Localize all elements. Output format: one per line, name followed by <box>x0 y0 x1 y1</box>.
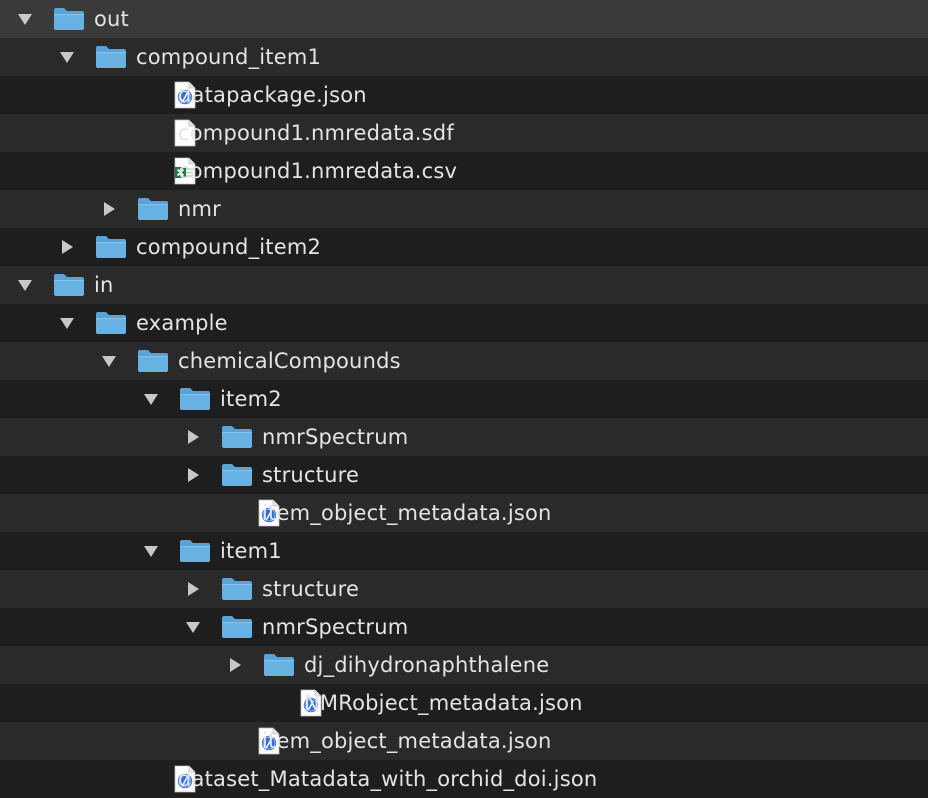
folder-row[interactable]: compound_item1 <box>0 38 928 76</box>
folder-row[interactable]: example <box>0 304 928 342</box>
disclosure-expanded-icon[interactable] <box>12 0 38 38</box>
folder-icon <box>53 266 85 304</box>
folder-row[interactable]: compound_item2 <box>0 228 928 266</box>
folder-icon <box>263 646 295 684</box>
folder-icon <box>221 608 253 646</box>
folder-name: in <box>94 273 114 297</box>
disclosure-collapsed-icon[interactable] <box>180 570 206 608</box>
folder-name: nmrSpectrum <box>262 615 409 639</box>
file-row[interactable]: item_object_metadata.json <box>0 494 928 532</box>
folder-name: structure <box>262 463 360 487</box>
folder-row[interactable]: item2 <box>0 380 928 418</box>
folder-icon <box>179 380 211 418</box>
file-name: item_object_metadata.json <box>262 729 552 753</box>
file-row[interactable]: dataset_Matadata_with_orchid_doi.json <box>0 760 928 798</box>
folder-name: compound_item1 <box>136 45 322 69</box>
folder-name: compound_item2 <box>136 235 322 259</box>
folder-name: out <box>94 7 129 31</box>
file-name: compound1.nmredata.sdf <box>178 121 454 145</box>
disclosure-expanded-icon[interactable] <box>138 532 164 570</box>
disclosure-collapsed-icon[interactable] <box>96 190 122 228</box>
disclosure-expanded-icon[interactable] <box>54 38 80 76</box>
folder-icon <box>137 190 169 228</box>
disclosure-expanded-icon[interactable] <box>138 380 164 418</box>
folder-icon <box>221 456 253 494</box>
file-name: item_object_metadata.json <box>262 501 552 525</box>
disclosure-expanded-icon[interactable] <box>180 608 206 646</box>
folder-name: structure <box>262 577 360 601</box>
disclosure-expanded-icon[interactable] <box>12 266 38 304</box>
folder-icon <box>53 0 85 38</box>
folder-row[interactable]: structure <box>0 456 928 494</box>
folder-icon <box>221 418 253 456</box>
folder-row[interactable]: nmrSpectrum <box>0 418 928 456</box>
folder-row[interactable]: out <box>0 0 928 38</box>
folder-icon <box>95 304 127 342</box>
file-row[interactable]: item_object_metadata.json <box>0 722 928 760</box>
file-row[interactable]: NMRobject_metadata.json <box>0 684 928 722</box>
file-row[interactable]: datapackage.json <box>0 76 928 114</box>
folder-name: nmrSpectrum <box>262 425 409 449</box>
file-name: dataset_Matadata_with_orchid_doi.json <box>178 767 598 791</box>
folder-icon <box>137 342 169 380</box>
disclosure-collapsed-icon[interactable] <box>180 418 206 456</box>
folder-name: item1 <box>220 539 282 563</box>
folder-name: example <box>136 311 228 335</box>
folder-icon <box>95 228 127 266</box>
folder-name: dj_dihydronaphthalene <box>304 653 550 677</box>
folder-row[interactable]: structure <box>0 570 928 608</box>
folder-name: nmr <box>178 197 221 221</box>
file-tree: out compound_item1 datapackage.json compoun… <box>0 0 928 798</box>
folder-name: chemicalCompounds <box>178 349 401 373</box>
folder-icon <box>179 532 211 570</box>
file-name: datapackage.json <box>178 83 367 107</box>
disclosure-expanded-icon[interactable] <box>54 304 80 342</box>
file-name: compound1.nmredata.csv <box>178 159 458 183</box>
disclosure-collapsed-icon[interactable] <box>54 228 80 266</box>
file-row[interactable]: compound1.nmredata.csv <box>0 152 928 190</box>
file-row[interactable]: compound1.nmredata.sdf <box>0 114 928 152</box>
folder-name: item2 <box>220 387 282 411</box>
folder-icon <box>95 38 127 76</box>
folder-row[interactable]: item1 <box>0 532 928 570</box>
folder-row[interactable]: nmrSpectrum <box>0 608 928 646</box>
disclosure-collapsed-icon[interactable] <box>222 646 248 684</box>
disclosure-collapsed-icon[interactable] <box>180 456 206 494</box>
folder-row[interactable]: chemicalCompounds <box>0 342 928 380</box>
folder-row[interactable]: dj_dihydronaphthalene <box>0 646 928 684</box>
file-name: NMRobject_metadata.json <box>304 691 583 715</box>
folder-icon <box>221 570 253 608</box>
folder-row[interactable]: in <box>0 266 928 304</box>
disclosure-expanded-icon[interactable] <box>96 342 122 380</box>
folder-row[interactable]: nmr <box>0 190 928 228</box>
